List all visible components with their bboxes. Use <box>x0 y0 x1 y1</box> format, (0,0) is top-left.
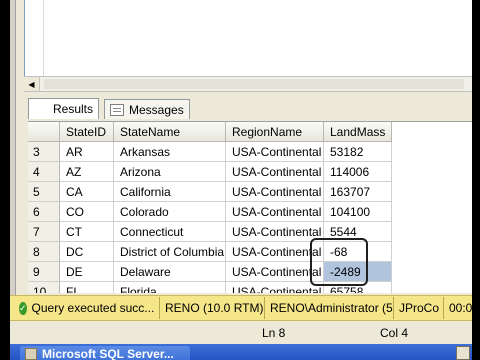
row-number[interactable]: 4 <box>28 162 60 182</box>
status-message: Query executed succ... <box>31 301 155 315</box>
cell-regionname[interactable]: USA-Continental <box>226 162 324 182</box>
video-letterbox-right <box>472 0 480 360</box>
tab-messages[interactable]: Messages <box>104 99 190 119</box>
table-row[interactable]: 5 CA California USA-Continental 163707 <box>28 182 472 202</box>
cell-statename[interactable]: Connecticut <box>114 222 226 242</box>
tray-user-icon[interactable] <box>456 346 470 360</box>
status-message-segment: ✓ Query executed succ... <box>10 297 160 319</box>
left-gutter <box>10 0 16 300</box>
cell-regionname[interactable]: USA-Continental <box>226 282 324 293</box>
cell-statename[interactable]: Arizona <box>114 162 226 182</box>
status-database: JProCo <box>394 297 444 319</box>
cell-landmass[interactable]: 163707 <box>324 182 392 202</box>
tab-results[interactable]: Results <box>28 98 100 236</box>
cell-regionname[interactable]: USA-Continental <box>226 202 324 222</box>
editor-horizontal-scrollbar[interactable]: ◀ <box>24 76 472 92</box>
row-number[interactable]: 3 <box>28 142 60 162</box>
messages-icon <box>110 103 124 116</box>
row-number[interactable]: 9 <box>28 262 60 282</box>
cell-statename[interactable]: Delaware <box>114 262 226 282</box>
cell-statename[interactable]: Arkansas <box>114 142 226 162</box>
table-row[interactable]: 6 CO Colorado USA-Continental 104100 <box>28 202 472 222</box>
cell-stateid[interactable]: AR <box>60 142 114 162</box>
cell-stateid[interactable]: CA <box>60 182 114 202</box>
query-status-bar: ✓ Query executed succ... RENO (10.0 RTM)… <box>10 295 472 321</box>
column-header-landmass[interactable]: LandMass <box>324 122 392 142</box>
column-indicator: Col 4 <box>380 326 409 340</box>
windows-taskbar: Microsoft SQL Server... <box>10 344 472 360</box>
line-indicator: Ln 8 <box>262 326 286 340</box>
row-number[interactable]: 7 <box>28 222 60 242</box>
table-row[interactable]: 3 AR Arkansas USA-Continental 53182 <box>28 142 472 162</box>
results-grid[interactable]: StateID StateName RegionName LandMass 3 … <box>28 121 472 293</box>
cell-stateid[interactable]: AZ <box>60 162 114 182</box>
cell-stateid[interactable]: DE <box>60 262 114 282</box>
taskbar-button-ssms[interactable]: Microsoft SQL Server... <box>20 346 190 360</box>
status-user: RENO\Administrator (54) <box>265 297 394 319</box>
cell-regionname[interactable]: USA-Continental <box>226 142 324 162</box>
table-row[interactable]: 4 AZ Arizona USA-Continental 114006 <box>28 162 472 182</box>
tab-messages-label: Messages <box>129 102 184 117</box>
cell-regionname[interactable]: USA-Continental <box>226 182 324 202</box>
editor-status-line: Ln 8 Col 4 <box>10 322 472 344</box>
scroll-thumb[interactable] <box>44 79 464 89</box>
cell-landmass[interactable]: 104100 <box>324 202 392 222</box>
table-row[interactable]: 8 DC District of Columbia USA-Continenta… <box>28 242 472 262</box>
results-tab-bar: Results Messages <box>24 96 472 236</box>
table-row[interactable]: 7 CT Connecticut USA-Continental 5544 <box>28 222 472 242</box>
cell-statename[interactable]: Florida <box>114 282 226 293</box>
cell-stateid[interactable]: DC <box>60 242 114 262</box>
highlight-annotation-box <box>310 238 368 286</box>
cell-statename[interactable]: District of Columbia <box>114 242 226 262</box>
row-number[interactable]: 6 <box>28 202 60 222</box>
row-number[interactable]: 5 <box>28 182 60 202</box>
cell-landmass[interactable]: 114006 <box>324 162 392 182</box>
column-header-statename[interactable]: StateName <box>114 122 226 142</box>
table-row[interactable]: 9 DE Delaware USA-Continental -2489 <box>28 262 472 282</box>
row-number[interactable]: 10 <box>28 282 60 293</box>
video-letterbox-left <box>0 0 10 360</box>
column-header-regionname[interactable]: RegionName <box>226 122 324 142</box>
status-elapsed-time: 00:0 <box>449 301 472 315</box>
tab-results-label: Results <box>53 102 94 116</box>
cell-stateid[interactable]: FL <box>60 282 114 293</box>
cell-landmass[interactable]: 53182 <box>324 142 392 162</box>
cell-statename[interactable]: Colorado <box>114 202 226 222</box>
query-editor[interactable] <box>24 0 472 76</box>
status-server: RENO (10.0 RTM) <box>160 297 265 319</box>
grid-header-row: StateID StateName RegionName LandMass <box>28 122 472 142</box>
ssms-window: ◀ Results Messages StateID StateName Reg… <box>10 0 472 360</box>
taskbar-button-label: Microsoft SQL Server... <box>42 347 174 360</box>
cell-regionname[interactable]: USA-Continental <box>226 222 324 242</box>
column-header-stateid[interactable]: StateID <box>60 122 114 142</box>
scroll-left-arrow-icon[interactable]: ◀ <box>24 77 40 91</box>
row-number[interactable]: 8 <box>28 242 60 262</box>
cell-statename[interactable]: California <box>114 182 226 202</box>
table-row[interactable]: 10 FL Florida USA-Continental 65758 <box>28 282 472 293</box>
grid-corner[interactable] <box>28 122 60 142</box>
ssms-app-icon <box>25 348 37 360</box>
success-check-icon: ✓ <box>19 301 27 315</box>
cell-stateid[interactable]: CO <box>60 202 114 222</box>
editor-margin-line <box>43 0 44 76</box>
cell-stateid[interactable]: CT <box>60 222 114 242</box>
